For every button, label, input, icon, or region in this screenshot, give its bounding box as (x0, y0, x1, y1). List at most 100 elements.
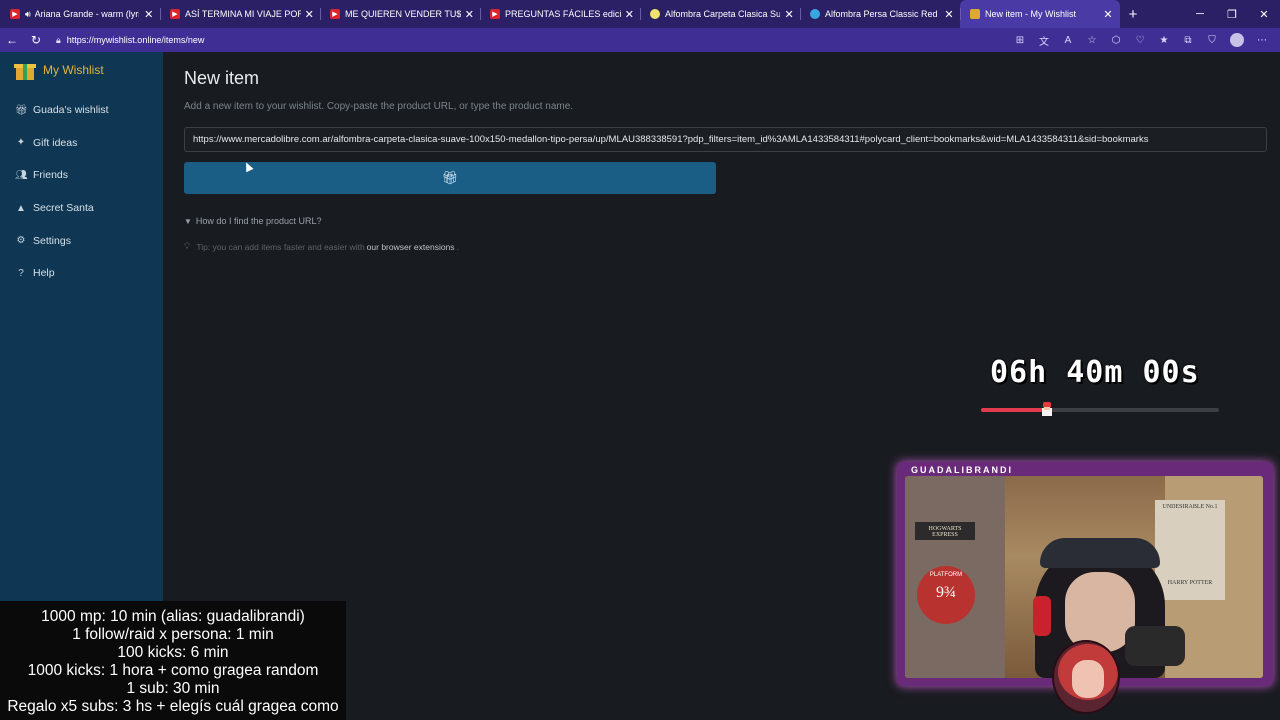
more-menu-icon[interactable]: ⋯ (1250, 35, 1274, 46)
faq-label: How do I find the product URL? (195, 216, 322, 226)
lightbulb-icon: 💡︎ (184, 241, 191, 251)
rule-line: 1 sub: 30 min (126, 680, 220, 697)
address-url: https://mywishlist.online/items/new (66, 35, 205, 45)
timer-progress-fill (981, 408, 1043, 412)
close-window-icon[interactable]: ✕ (1248, 8, 1280, 21)
wanted-poster: UNDESIRABLE No.1 HARRY POTTER (1155, 500, 1225, 600)
rule-line: 100 kicks: 6 min (117, 644, 229, 661)
help-icon: ? (18, 267, 24, 279)
reload-icon[interactable]: ↻ (24, 33, 48, 47)
sidebar-item-settings[interactable]: ⚙ Settings (0, 224, 163, 257)
minimize-icon[interactable]: ─ (1184, 8, 1216, 20)
favorites-icon[interactable]: ★ (1152, 35, 1176, 46)
santa-sprite-icon (1040, 402, 1054, 418)
tab-strip: ▶ 🔊︎ Ariana Grande - warm (lyric vi ✕ ▶ … (0, 0, 1280, 28)
sidebar-item-secret-santa[interactable]: ▲ Secret Santa (0, 192, 163, 225)
faq-toggle[interactable]: ▼ How do I find the product URL? (184, 216, 322, 226)
hogwarts-sign: HOGWARTS EXPRESS (915, 522, 975, 540)
tip-prefix: Tip: you can add items faster and easier… (196, 241, 365, 252)
gift-icon: 🎁︎ (441, 170, 459, 185)
youtube-icon: ▶ (330, 9, 340, 19)
collections-icon[interactable]: ⧉ (1176, 35, 1200, 46)
poster-title: UNDESIRABLE No.1 (1162, 504, 1218, 510)
webcam-label: GUADALIBRANDI (911, 465, 1013, 475)
sidebar-item-label: Gift ideas (33, 136, 78, 149)
tab-preguntas-faciles[interactable]: ▶ PREGUNTAS FÁCILES edicion espe ✕ (480, 0, 640, 28)
sparkles-icon: ✦ (16, 137, 26, 149)
tab-title: Alfombra Persa Classic Red Borde (825, 9, 940, 19)
product-url-input[interactable]: https://www.mercadolibre.com.ar/alfombra… (184, 127, 1267, 152)
youtube-icon: ▶ (170, 9, 180, 19)
sidebar-item-label: Guada's wishlist (33, 104, 109, 117)
browser-extensions-link[interactable]: our browser extensions (367, 242, 455, 252)
close-icon[interactable]: ✕ (305, 8, 314, 21)
close-icon[interactable]: ✕ (465, 8, 474, 21)
close-icon[interactable]: ✕ (944, 8, 954, 21)
users-icon: 👥︎ (15, 169, 28, 181)
timer-progress-bar (981, 408, 1219, 412)
sidebar-item-label: Secret Santa (33, 202, 94, 215)
subathon-timer: 06h 40m 00s (990, 355, 1200, 390)
platform-sign: PLATFORM 9¾ (917, 566, 975, 624)
tab-title: ME QUIEREN VENDER TU$$I en LA (345, 9, 461, 19)
sidebar-item-help[interactable]: ? Help (0, 257, 163, 290)
shield-icon[interactable]: ⛉ (1200, 35, 1224, 46)
santa-hat-icon: ▲ (16, 202, 26, 214)
speaker-icon[interactable]: 🔊︎ (25, 9, 31, 20)
close-icon[interactable]: ✕ (1102, 8, 1114, 21)
site-info-icon[interactable]: 🔒︎ (56, 35, 61, 46)
sign-text: HOGWARTS EXPRESS (928, 526, 962, 538)
gift-icon: 🎁︎ (15, 104, 28, 116)
sidebar-nav: 🎁︎ Guada's wishlist ✦ Gift ideas 👥︎ Frie… (0, 94, 163, 290)
profile-avatar[interactable] (1230, 33, 1244, 47)
back-icon[interactable]: ← (0, 33, 24, 47)
address-bar-row: ← ↻ 🔒︎ https://mywishlist.online/items/n… (0, 28, 1280, 52)
restore-icon[interactable]: ❐ (1216, 8, 1248, 21)
window-controls: ─ ❐ ✕ (1184, 0, 1280, 28)
tab-alfombra-persa[interactable]: Alfombra Persa Classic Red Borde ✕ (800, 0, 960, 28)
sidebar-item-label: Friends (33, 169, 69, 182)
brand-link[interactable]: My Wishlist (14, 60, 104, 80)
add-item-button[interactable]: 🎁︎ (184, 162, 716, 194)
tab-alfombra-carpeta[interactable]: Alfombra Carpeta Clasica Suave 10 ✕ (640, 0, 800, 28)
close-icon[interactable]: ✕ (784, 8, 794, 21)
favorite-star-icon[interactable]: ☆ (1080, 35, 1104, 46)
tab-title: PREGUNTAS FÁCILES edicion espe (505, 9, 621, 19)
poster-name: HARRY POTTER (1167, 580, 1213, 586)
gift-logo-icon (14, 60, 36, 80)
sidebar-item-friends[interactable]: 👥︎ Friends (0, 159, 163, 192)
youtube-icon: ▶ (490, 9, 500, 19)
subathon-rules: 1000 mp: 10 min (alias: guadalibrandi) 1… (0, 601, 346, 720)
sidebar-item-wishlist[interactable]: 🎁︎ Guada's wishlist (0, 94, 163, 127)
tab-title: Alfombra Carpeta Clasica Suave 10 (665, 9, 781, 19)
tab-ariana-grande[interactable]: ▶ 🔊︎ Ariana Grande - warm (lyric vi ✕ (0, 0, 160, 28)
platform-number: 9¾ (936, 584, 956, 601)
tip-suffix: . (456, 241, 459, 252)
address-bar[interactable]: 🔒︎ https://mywishlist.online/items/new (50, 30, 1050, 50)
streamer-avatar (1052, 640, 1120, 714)
sidebar-item-label: Help (33, 267, 55, 280)
close-icon[interactable]: ✕ (143, 8, 154, 21)
read-aloud-icon[interactable]: A (1056, 35, 1080, 46)
page-title: New item (184, 68, 260, 88)
tab-new-item[interactable]: New item - My Wishlist ✕ (960, 0, 1120, 28)
rule-line: 1 follow/raid x persona: 1 min (72, 626, 274, 643)
app-available-icon[interactable]: ⊞ (1008, 35, 1032, 46)
sidebar-item-label: Settings (33, 234, 71, 247)
new-tab-button[interactable]: + (1120, 6, 1146, 23)
browser-toolbar: ⊞ 文 A ☆ ⬡ ♡ ★ ⧉ ⛉ ⋯ (1008, 28, 1274, 52)
platform-label: PLATFORM (929, 572, 963, 578)
browser-essentials-icon[interactable]: ♡ (1128, 35, 1152, 46)
tab-viaje-argentina[interactable]: ▶ ASÍ TERMINA MI VIAJE POR ARGE ✕ (160, 0, 320, 28)
globe-icon (810, 9, 820, 19)
extensions-icon[interactable]: ⬡ (1104, 35, 1128, 46)
rule-line: 1000 kicks: 1 hora + como gragea random (27, 662, 319, 679)
translate-icon[interactable]: 文 (1032, 33, 1056, 48)
tab-title: ASÍ TERMINA MI VIAJE POR ARGE (185, 9, 301, 19)
gear-icon: ⚙ (16, 235, 26, 247)
close-icon[interactable]: ✕ (625, 8, 634, 21)
page-subtitle: Add a new item to your wishlist. Copy-pa… (184, 101, 574, 112)
tab-me-quieren-vender[interactable]: ▶ ME QUIEREN VENDER TU$$I en LA ✕ (320, 0, 480, 28)
sidebar-item-gift-ideas[interactable]: ✦ Gift ideas (0, 127, 163, 160)
chevron-down-icon: ▼ (184, 216, 192, 226)
